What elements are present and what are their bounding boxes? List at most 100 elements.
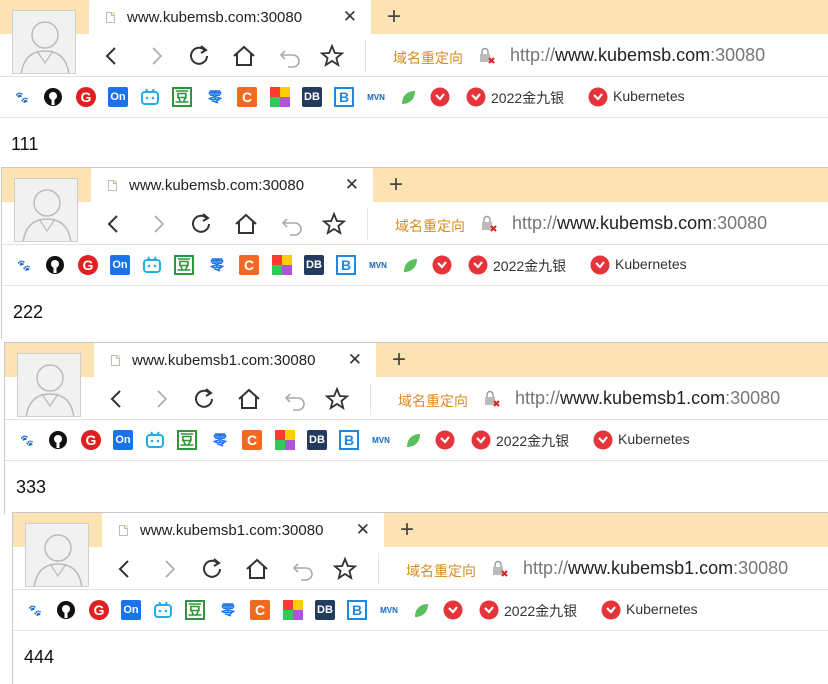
address-bar[interactable]: http://www.kubemsb1.com:30080	[515, 388, 780, 409]
star-icon[interactable]	[323, 385, 351, 413]
bookmark-2022-icon[interactable]	[466, 87, 486, 107]
leaf-icon[interactable]	[398, 87, 418, 107]
forward-arrow-icon[interactable]	[144, 210, 172, 238]
close-tab-icon[interactable]: ✕	[345, 175, 359, 195]
mvn-icon[interactable]: MVN	[371, 430, 391, 450]
bookmark-kubernetes[interactable]: Kubernetes	[618, 431, 690, 447]
new-tab-icon[interactable]: +	[387, 3, 401, 31]
baidu-paw-icon[interactable]: 🐾	[12, 87, 32, 107]
bookmark-2022-icon[interactable]	[479, 600, 499, 620]
close-tab-icon[interactable]: ✕	[356, 520, 370, 540]
redirect-label[interactable]: 域名重定向	[406, 561, 476, 581]
close-tab-icon[interactable]: ✕	[343, 7, 357, 27]
b-bracket-icon[interactable]: B	[336, 255, 356, 275]
home-icon[interactable]	[232, 210, 260, 238]
c-orange-icon[interactable]: C	[242, 430, 262, 450]
undo-icon[interactable]	[290, 555, 318, 583]
douban-icon[interactable]: 豆	[172, 87, 192, 107]
new-tab-icon[interactable]: +	[400, 516, 414, 544]
bilibili-icon[interactable]	[142, 255, 162, 275]
lingjuan-icon[interactable]: 零	[218, 600, 238, 620]
g-red-icon[interactable]: G	[76, 87, 96, 107]
color-grid-icon[interactable]	[270, 87, 290, 107]
db-icon[interactable]: DB	[307, 430, 327, 450]
user-avatar[interactable]	[12, 10, 76, 74]
color-grid-icon[interactable]	[283, 600, 303, 620]
b-bracket-icon[interactable]: B	[334, 87, 354, 107]
leaf-icon[interactable]	[400, 255, 420, 275]
db-icon[interactable]: DB	[302, 87, 322, 107]
redirect-label[interactable]: 域名重定向	[393, 48, 463, 68]
on-blue-icon[interactable]: On	[121, 600, 141, 620]
bilibili-icon[interactable]	[140, 87, 160, 107]
color-grid-icon[interactable]	[272, 255, 292, 275]
insecure-lock-icon[interactable]	[478, 47, 496, 65]
bookmark-2022[interactable]: 2022金九银	[496, 431, 569, 451]
db-icon[interactable]: DB	[315, 600, 335, 620]
refresh-icon[interactable]	[190, 385, 218, 413]
refresh-icon[interactable]	[185, 42, 213, 70]
back-arrow-icon[interactable]	[100, 210, 128, 238]
insecure-lock-icon[interactable]	[491, 560, 509, 578]
undo-icon[interactable]	[277, 42, 305, 70]
g-red-icon[interactable]: G	[81, 430, 101, 450]
forward-arrow-icon[interactable]	[142, 42, 170, 70]
insecure-lock-icon[interactable]	[480, 215, 498, 233]
bookmark-2022[interactable]: 2022金九银	[491, 88, 564, 108]
new-tab-icon[interactable]: +	[389, 171, 403, 199]
address-bar[interactable]: http://www.kubemsb1.com:30080	[523, 558, 788, 579]
redirect-label[interactable]: 域名重定向	[398, 391, 468, 411]
lingjuan-icon[interactable]: 零	[207, 255, 227, 275]
star-icon[interactable]	[318, 42, 346, 70]
redirect-label[interactable]: 域名重定向	[395, 216, 465, 236]
bookmark-kubernetes-icon[interactable]	[601, 600, 621, 620]
baidu-paw-icon[interactable]: 🐾	[14, 255, 34, 275]
c-orange-icon[interactable]: C	[250, 600, 270, 620]
bilibili-icon[interactable]	[145, 430, 165, 450]
swirl-red-icon[interactable]	[435, 430, 455, 450]
douban-icon[interactable]: 豆	[185, 600, 205, 620]
back-arrow-icon[interactable]	[111, 555, 139, 583]
back-arrow-icon[interactable]	[103, 385, 131, 413]
home-icon[interactable]	[235, 385, 263, 413]
bookmark-2022[interactable]: 2022金九银	[504, 601, 577, 621]
douban-icon[interactable]: 豆	[174, 255, 194, 275]
mvn-icon[interactable]: MVN	[368, 255, 388, 275]
b-bracket-icon[interactable]: B	[339, 430, 359, 450]
user-avatar[interactable]	[17, 353, 81, 417]
star-icon[interactable]	[320, 210, 348, 238]
user-avatar[interactable]	[25, 523, 89, 587]
bookmark-kubernetes[interactable]: Kubernetes	[613, 88, 685, 104]
forward-arrow-icon[interactable]	[147, 385, 175, 413]
github-icon[interactable]	[45, 255, 65, 275]
home-icon[interactable]	[243, 555, 271, 583]
bilibili-icon[interactable]	[153, 600, 173, 620]
mvn-icon[interactable]: MVN	[366, 87, 386, 107]
forward-arrow-icon[interactable]	[155, 555, 183, 583]
user-avatar[interactable]	[14, 178, 78, 242]
bookmark-kubernetes[interactable]: Kubernetes	[626, 601, 698, 617]
b-bracket-icon[interactable]: B	[347, 600, 367, 620]
douban-icon[interactable]: 豆	[177, 430, 197, 450]
leaf-icon[interactable]	[403, 430, 423, 450]
bookmark-2022[interactable]: 2022金九银	[493, 256, 566, 276]
g-red-icon[interactable]: G	[89, 600, 109, 620]
github-icon[interactable]	[43, 87, 63, 107]
refresh-icon[interactable]	[198, 555, 226, 583]
bookmark-2022-icon[interactable]	[468, 255, 488, 275]
address-bar[interactable]: http://www.kubemsb.com:30080	[512, 213, 767, 234]
address-bar[interactable]: http://www.kubemsb.com:30080	[510, 45, 765, 66]
close-tab-icon[interactable]: ✕	[348, 350, 362, 370]
new-tab-icon[interactable]: +	[392, 346, 406, 374]
github-icon[interactable]	[48, 430, 68, 450]
github-icon[interactable]	[56, 600, 76, 620]
back-arrow-icon[interactable]	[98, 42, 126, 70]
star-icon[interactable]	[331, 555, 359, 583]
undo-icon[interactable]	[279, 210, 307, 238]
bookmark-2022-icon[interactable]	[471, 430, 491, 450]
c-orange-icon[interactable]: C	[237, 87, 257, 107]
bookmark-kubernetes[interactable]: Kubernetes	[615, 256, 687, 272]
bookmark-kubernetes-icon[interactable]	[593, 430, 613, 450]
leaf-icon[interactable]	[411, 600, 431, 620]
on-blue-icon[interactable]: On	[113, 430, 133, 450]
